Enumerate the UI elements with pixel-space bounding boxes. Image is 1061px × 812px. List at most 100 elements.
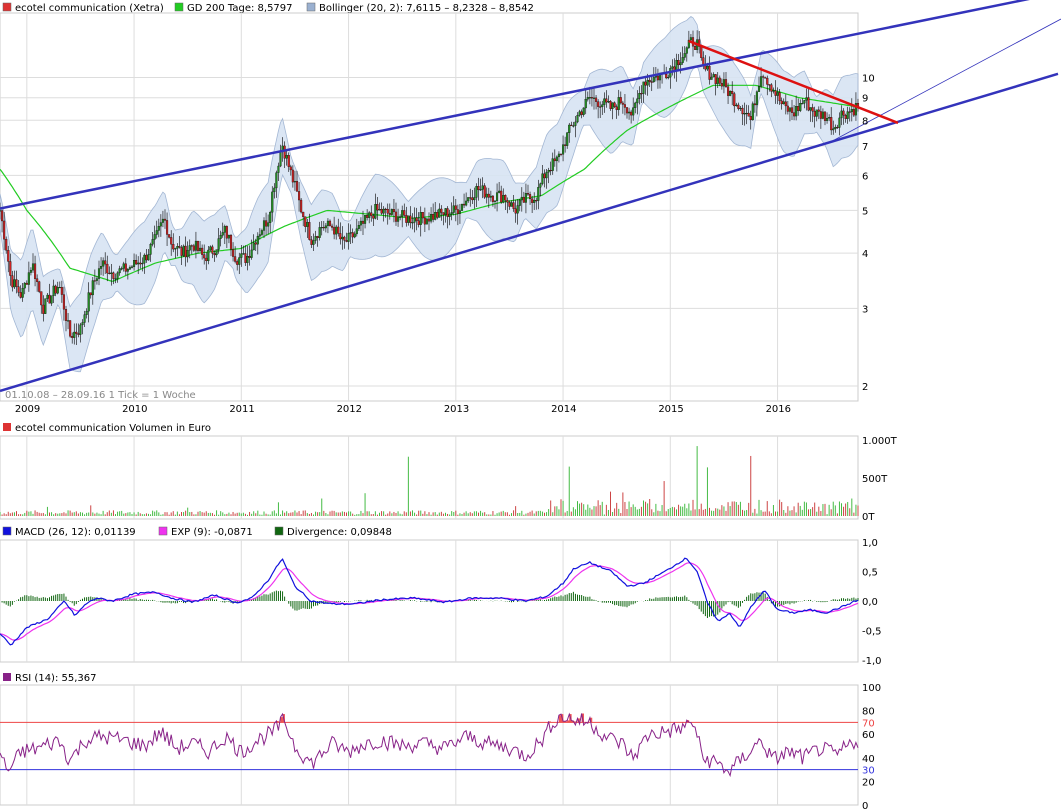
candle-body xyxy=(357,224,360,229)
volume-title: ecotel communication Volumen in Euro xyxy=(15,423,211,434)
macd-legend-label: MACD (26, 12): 0,01139 xyxy=(15,527,136,538)
candle-body xyxy=(265,220,268,227)
candle-body xyxy=(91,280,94,296)
candle-body xyxy=(582,107,585,115)
candle-body xyxy=(576,115,579,123)
candle-body xyxy=(545,171,548,179)
candle-body xyxy=(444,208,447,215)
candle-body xyxy=(780,100,783,105)
candle-body xyxy=(479,189,482,191)
candle-body xyxy=(681,57,684,63)
candle-body xyxy=(675,60,678,71)
candle-body xyxy=(502,194,505,203)
candle-body xyxy=(29,269,32,273)
candle-body xyxy=(106,263,109,274)
candle-body xyxy=(81,322,84,326)
candle-body xyxy=(252,242,255,251)
candle-body xyxy=(135,260,138,265)
candle-body xyxy=(568,124,571,133)
rsi-title: RSI (14): 55,367 xyxy=(15,673,97,684)
candle-body xyxy=(207,249,210,262)
candle-body xyxy=(209,246,212,251)
candle-body xyxy=(689,37,692,41)
candle-body xyxy=(803,100,806,104)
candle-body xyxy=(755,91,758,106)
candle-body xyxy=(768,84,771,86)
candle-body xyxy=(304,216,307,227)
year-tick-label: 2010 xyxy=(122,404,147,415)
candle-body xyxy=(155,230,158,235)
price-legend-label: Bollinger (20, 2): 7,6115 – 8,2328 – 8,8… xyxy=(319,3,534,14)
candle-body xyxy=(617,97,620,110)
candle-body xyxy=(467,197,470,202)
candle-body xyxy=(93,280,96,282)
candle-body xyxy=(529,194,532,200)
candle-body xyxy=(283,145,286,159)
year-tick-label: 2012 xyxy=(337,404,362,415)
volume-legend: ecotel communication Volumen in Euro xyxy=(3,423,211,434)
price-legend-label: GD 200 Tage: 8,5797 xyxy=(187,3,293,14)
volume-panel: ecotel communication Volumen in Euro 1.0… xyxy=(0,423,898,523)
rsi-legend: RSI (14): 55,367 xyxy=(3,673,97,684)
candle-body xyxy=(145,254,148,261)
candle-body xyxy=(512,202,515,209)
candle-body xyxy=(194,240,197,251)
candle-body xyxy=(120,268,123,270)
candle-body xyxy=(238,257,241,265)
year-tick-label: 2016 xyxy=(766,404,791,415)
candle-body xyxy=(31,263,35,271)
candle-body xyxy=(314,236,317,241)
candle-body xyxy=(774,90,777,96)
candle-body xyxy=(58,287,61,289)
candle-body xyxy=(246,256,249,263)
candle-body xyxy=(712,74,715,78)
candle-body xyxy=(652,77,655,83)
candle-body xyxy=(772,90,775,92)
candle-body xyxy=(522,196,525,203)
price-tick-label: 7 xyxy=(862,142,868,153)
candle-body xyxy=(130,266,134,268)
candle-body xyxy=(432,214,435,220)
candle-body xyxy=(727,86,730,96)
candle-body xyxy=(801,103,804,105)
rsi-lower-label: 30 xyxy=(862,766,875,777)
candle-body xyxy=(628,111,631,114)
volume-plot-frame xyxy=(0,435,859,520)
candle-body xyxy=(322,227,325,229)
candle-body xyxy=(137,262,140,265)
candle-body xyxy=(679,62,682,66)
candle-body xyxy=(258,234,261,237)
candle-body xyxy=(122,263,125,269)
candle-body xyxy=(176,246,179,249)
candle-body xyxy=(537,187,540,201)
volume-tick-label: 500T xyxy=(862,474,888,485)
candle-body xyxy=(460,203,464,211)
candle-body xyxy=(440,208,443,213)
candle-body xyxy=(184,245,187,258)
candle-body xyxy=(706,65,709,70)
candle-body xyxy=(38,281,41,292)
candle-body xyxy=(114,278,117,280)
candle-body xyxy=(452,205,455,213)
year-tick-label: 2013 xyxy=(444,404,469,415)
candle-body xyxy=(685,47,688,54)
candle-body xyxy=(834,126,837,130)
candle-body xyxy=(19,292,22,298)
candle-body xyxy=(733,93,736,107)
candle-body xyxy=(413,217,416,223)
candle-body xyxy=(417,220,420,225)
candle-body xyxy=(667,76,670,79)
candle-body xyxy=(89,292,92,296)
candle-body xyxy=(498,190,501,193)
candle-body xyxy=(1,210,4,222)
candle-body xyxy=(739,107,742,110)
candle-body xyxy=(248,256,251,258)
macd-legend-label: Divergence: 0,09848 xyxy=(287,527,392,538)
price-tick-label: 9 xyxy=(862,94,868,105)
macd-panel: MACD (26, 12): 0,01139 EXP (9): -0,0871 Di… xyxy=(0,526,882,667)
time-axis: 2009 2010 2011 2012 2013 2014 2015 2016 xyxy=(15,404,791,415)
candle-body xyxy=(368,212,371,218)
candle-body xyxy=(572,125,575,127)
candle-body xyxy=(397,217,400,222)
candle-body xyxy=(370,212,373,216)
